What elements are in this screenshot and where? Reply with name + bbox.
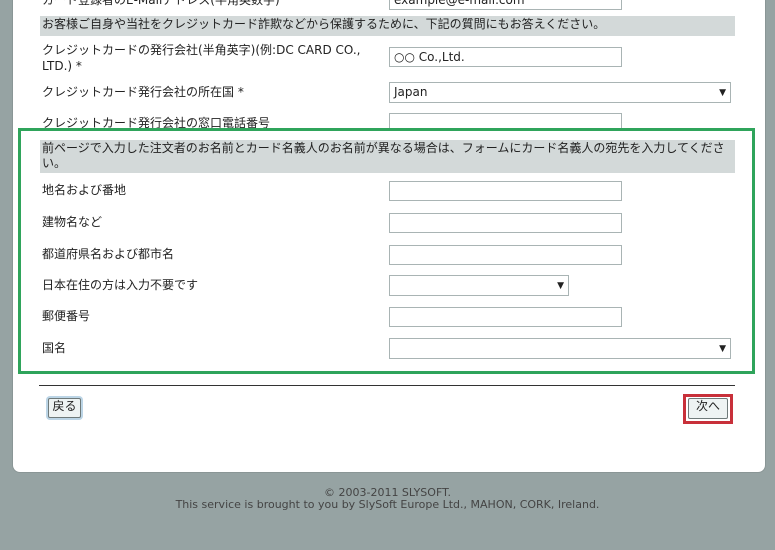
issuer-country-value: Japan <box>394 85 428 99</box>
email-label: カード登録者のE-Mailアドレス(半角英数字) <box>42 0 280 7</box>
footer-credit: This service is brought to you by SlySof… <box>175 498 600 511</box>
next-button[interactable]: 次へ <box>688 398 728 419</box>
email-field[interactable]: example@e-mail.com <box>389 0 622 10</box>
issuer-country-label: クレジットカード発行会社の所在国 * <box>42 85 244 99</box>
issuer-phone-field[interactable] <box>389 113 622 129</box>
security-notice: お客様ご自身や当社をクレジットカード詐欺などから保護するために、下記の質問にもお… <box>40 16 735 36</box>
back-button[interactable]: 戻る <box>48 398 81 418</box>
card-company-label-line1: クレジットカードの発行会社(半角英字)(例:DC CARD CO., <box>42 43 361 57</box>
dropdown-arrow-icon: ▼ <box>719 88 726 98</box>
cardholder-highlight-frame <box>18 128 755 374</box>
card-company-label-line2: LTD.) * <box>42 59 82 73</box>
card-company-field[interactable]: ○○ Co.,Ltd. <box>389 47 622 67</box>
divider <box>39 385 735 386</box>
issuer-country-select[interactable]: Japan ▼ <box>389 82 731 103</box>
